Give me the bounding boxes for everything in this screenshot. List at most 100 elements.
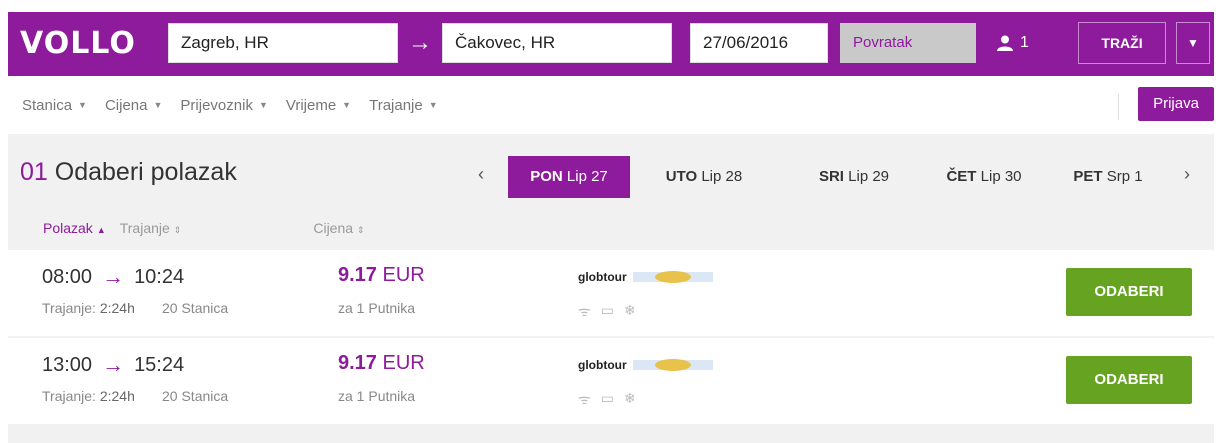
to-field[interactable]: Čakovec, HR [442, 23, 672, 63]
sort-label: Trajanje [119, 220, 170, 236]
screen-icon: ▭ [600, 390, 615, 406]
bus-badge-icon [632, 271, 713, 283]
passenger-selector[interactable]: 1 [996, 23, 1029, 63]
price-currency: EUR [382, 264, 425, 286]
person-icon [997, 35, 1013, 51]
day-name: SRI [818, 168, 844, 185]
caret-down-icon: ▼ [153, 100, 163, 110]
depart-time: 13:00 [42, 353, 93, 376]
step-title: Odaberi polazak [54, 158, 237, 186]
duration-info: Trajanje: 2:24h [42, 388, 135, 404]
chevron-left-icon[interactable]: ‹ [478, 164, 484, 185]
stations-count: 20 Stanica [162, 388, 229, 404]
arrow-right-icon[interactable]: → [408, 23, 432, 63]
sort-label: Polazak [43, 220, 93, 236]
stations-count: 20 Stanica [162, 300, 229, 316]
day-tab-thu[interactable]: ČET Lip 30 [928, 156, 1040, 198]
chevron-down-icon[interactable]: ▼ [1176, 22, 1210, 64]
filter-bar: Stanica ▼ Cijena ▼ Prijevoznik ▼ Vrijeme ▼ T… [22, 88, 438, 122]
wifi-icon: ᯤ [578, 391, 591, 407]
trip-price: 9.17 EUR [338, 264, 425, 287]
day-date: Lip 30 [980, 168, 1022, 185]
caret-down-icon: ▼ [258, 100, 268, 110]
sort-asc-icon: ▲ [96, 225, 106, 235]
passenger-count: 1 [1020, 34, 1029, 51]
sort-label: Cijena [313, 220, 354, 236]
price-value: 9.17 [338, 264, 377, 286]
filter-price[interactable]: Cijena ▼ [105, 97, 162, 114]
price-per: za 1 Putnika [338, 300, 416, 316]
day-date: Srp 1 [1106, 168, 1143, 185]
login-button[interactable]: Prijava [1138, 87, 1214, 121]
day-tab-tue[interactable]: UTO Lip 28 [648, 156, 760, 198]
price-currency: EUR [382, 352, 425, 374]
filter-duration[interactable]: Trajanje ▼ [369, 97, 438, 114]
screen-icon: ▭ [600, 302, 615, 318]
day-name: ČET [946, 168, 977, 185]
from-field[interactable]: Zagreb, HR [168, 23, 398, 63]
carrier-logo: globtour [578, 270, 713, 284]
page-title: 01 Odaberi polazak [20, 158, 237, 187]
duration-label: Trajanje: [42, 388, 96, 404]
filter-label: Vrijeme [285, 96, 337, 114]
sort-price[interactable]: Cijena ⇕ [313, 220, 364, 236]
filter-label: Trajanje [369, 96, 423, 114]
caret-down-icon: ▼ [428, 100, 438, 110]
amenities: ᯤ ▭ ❄ [578, 390, 636, 409]
carrier-logo: globtour [578, 358, 713, 372]
duration-label: Trajanje: [42, 300, 96, 316]
carrier-name: globtour [578, 270, 627, 284]
price-per: za 1 Putnika [338, 388, 416, 404]
day-date: Lip 27 [566, 168, 608, 185]
wifi-icon: ᯤ [578, 303, 591, 319]
trip-row[interactable]: 08:00 → 10:24 Trajanje: 2:24h 20 Stanica… [8, 250, 1214, 336]
step-number: 01 [20, 158, 48, 186]
arrow-right-icon: → [102, 352, 125, 377]
bus-badge-icon [632, 359, 713, 371]
arrow-right-icon: → [102, 264, 125, 289]
day-date: Lip 29 [848, 168, 890, 185]
day-name: PET [1073, 168, 1103, 185]
filter-label: Stanica [22, 96, 73, 114]
trip-price: 9.17 EUR [338, 352, 425, 375]
select-button[interactable]: ODABERI [1066, 356, 1192, 404]
trip-row[interactable]: 13:00 → 15:24 Trajanje: 2:24h 20 Stanica… [8, 338, 1214, 424]
ac-icon: ❄ [624, 390, 636, 406]
filter-carrier[interactable]: Prijevoznik ▼ [180, 97, 267, 114]
day-tab-mon[interactable]: PON Lip 27 [508, 156, 630, 198]
search-button[interactable]: TRAŽI [1078, 22, 1166, 64]
date-field[interactable]: 27/06/2016 [690, 23, 828, 63]
sort-bar: Polazak ▲ Trajanje ⇕ Cijena ⇕ [43, 220, 365, 236]
search-header: VOLLO Zagreb, HR → Čakovec, HR 27/06/201… [8, 12, 1214, 76]
depart-time: 08:00 [42, 265, 93, 288]
price-value: 9.17 [338, 352, 377, 374]
duration-value: 2:24h [99, 300, 135, 316]
chevron-right-icon[interactable]: › [1184, 164, 1190, 185]
sort-icon: ⇕ [173, 225, 182, 235]
day-name: UTO [665, 168, 698, 185]
duration-value: 2:24h [99, 388, 135, 404]
filter-time[interactable]: Vrijeme ▼ [286, 97, 351, 114]
filter-label: Prijevoznik [180, 96, 253, 114]
logo[interactable]: VOLLO [20, 26, 136, 62]
day-tab-wed[interactable]: SRI Lip 29 [798, 156, 910, 198]
filter-station[interactable]: Stanica ▼ [22, 97, 87, 114]
filter-label: Cijena [104, 96, 148, 114]
return-date-field[interactable]: Povratak [840, 23, 976, 63]
duration-info: Trajanje: 2:24h [42, 300, 135, 316]
day-name: PON [530, 168, 563, 185]
trip-times: 08:00 → 10:24 [42, 264, 184, 290]
day-date: Lip 28 [701, 168, 743, 185]
sort-departure[interactable]: Polazak ▲ [43, 220, 106, 236]
arrive-time: 10:24 [134, 265, 185, 288]
day-tab-fri[interactable]: PET Srp 1 [1058, 156, 1158, 198]
amenities: ᯤ ▭ ❄ [578, 302, 636, 321]
sort-duration[interactable]: Trajanje ⇕ [120, 220, 182, 236]
ac-icon: ❄ [624, 302, 636, 318]
caret-down-icon: ▼ [78, 100, 87, 110]
caret-down-icon: ▼ [342, 100, 352, 110]
divider [1118, 94, 1119, 120]
select-button[interactable]: ODABERI [1066, 268, 1192, 316]
arrive-time: 15:24 [134, 353, 185, 376]
trip-times: 13:00 → 15:24 [42, 352, 184, 378]
